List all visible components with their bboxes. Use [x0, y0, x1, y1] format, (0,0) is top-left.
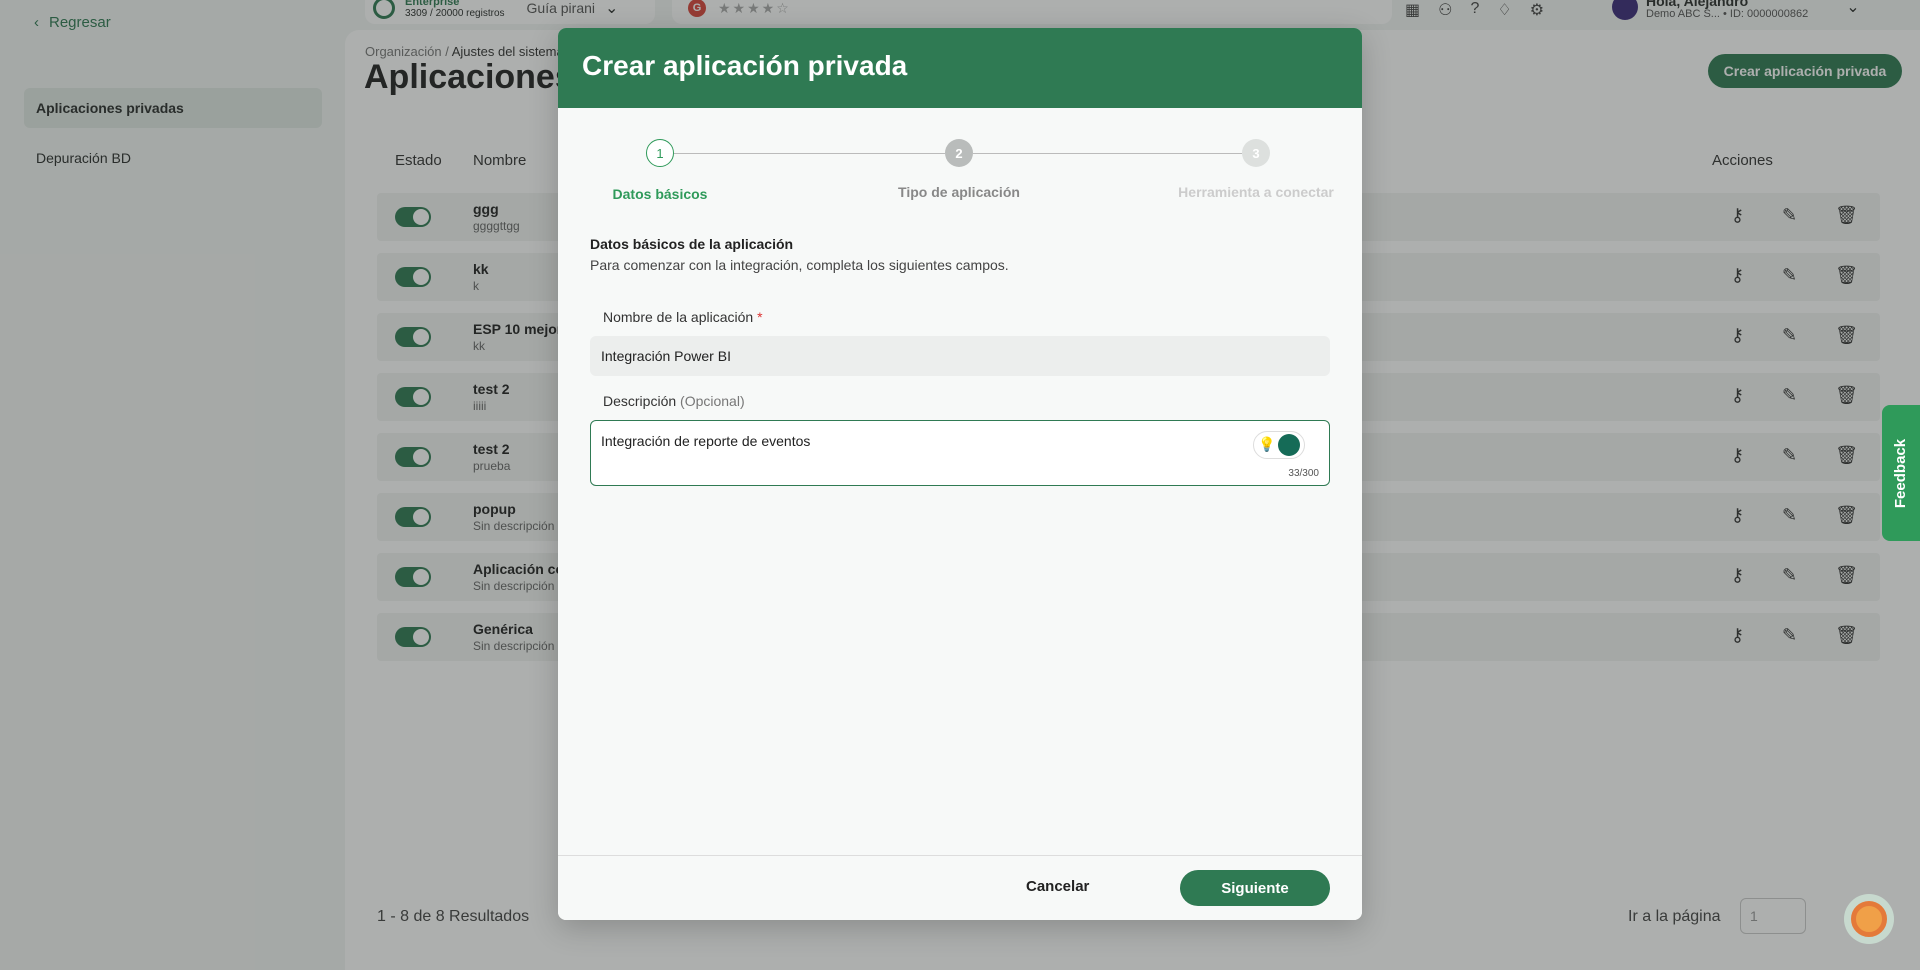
feedback-tab[interactable]: Feedback — [1882, 405, 1920, 541]
cancel-button[interactable]: Cancelar — [1026, 878, 1089, 895]
app-name-input[interactable]: Integración Power BI — [590, 336, 1330, 376]
step-3-label: Herramienta a conectar — [1178, 184, 1334, 200]
name-label-text: Nombre de la aplicación — [603, 309, 754, 325]
name-field-label: Nombre de la aplicación * — [603, 309, 763, 325]
step-1-circle: 1 — [646, 139, 674, 167]
create-app-modal: Crear aplicación privada 1 2 3 Datos bás… — [558, 28, 1362, 920]
description-textarea[interactable]: Integración de reporte de eventos 💡 33/3… — [590, 420, 1330, 486]
feedback-label: Feedback — [1892, 438, 1910, 508]
step-connector — [674, 153, 945, 154]
step-connector — [973, 153, 1242, 154]
next-button[interactable]: Siguiente — [1180, 870, 1330, 906]
lightbulb-icon[interactable]: 💡 — [1258, 436, 1275, 454]
modal-title: Crear aplicación privada — [558, 28, 1362, 108]
assistant-button[interactable] — [1844, 894, 1894, 944]
step-1-label: Datos básicos — [612, 186, 708, 202]
step-2-circle: 2 — [945, 139, 973, 167]
optional-marker: (Opcional) — [680, 393, 745, 409]
desc-label-text: Descripción — [603, 393, 677, 409]
section-title: Datos básicos de la aplicación — [590, 236, 794, 252]
section-subtitle: Para comenzar con la integración, comple… — [590, 257, 1009, 273]
description-field-label: Descripción (Opcional) — [603, 393, 745, 409]
required-marker: * — [757, 309, 763, 325]
chat-bubble-icon[interactable] — [1278, 434, 1300, 456]
step-3-circle: 3 — [1242, 139, 1270, 167]
step-2-label: Tipo de aplicación — [898, 184, 1020, 200]
assistant-icon — [1851, 901, 1887, 937]
modal-footer: Cancelar Siguiente — [558, 855, 1362, 920]
char-counter: 33/300 — [1288, 468, 1319, 479]
description-value: Integración de reporte de eventos — [601, 433, 811, 449]
ai-assist-tools[interactable]: 💡 — [1253, 431, 1305, 459]
